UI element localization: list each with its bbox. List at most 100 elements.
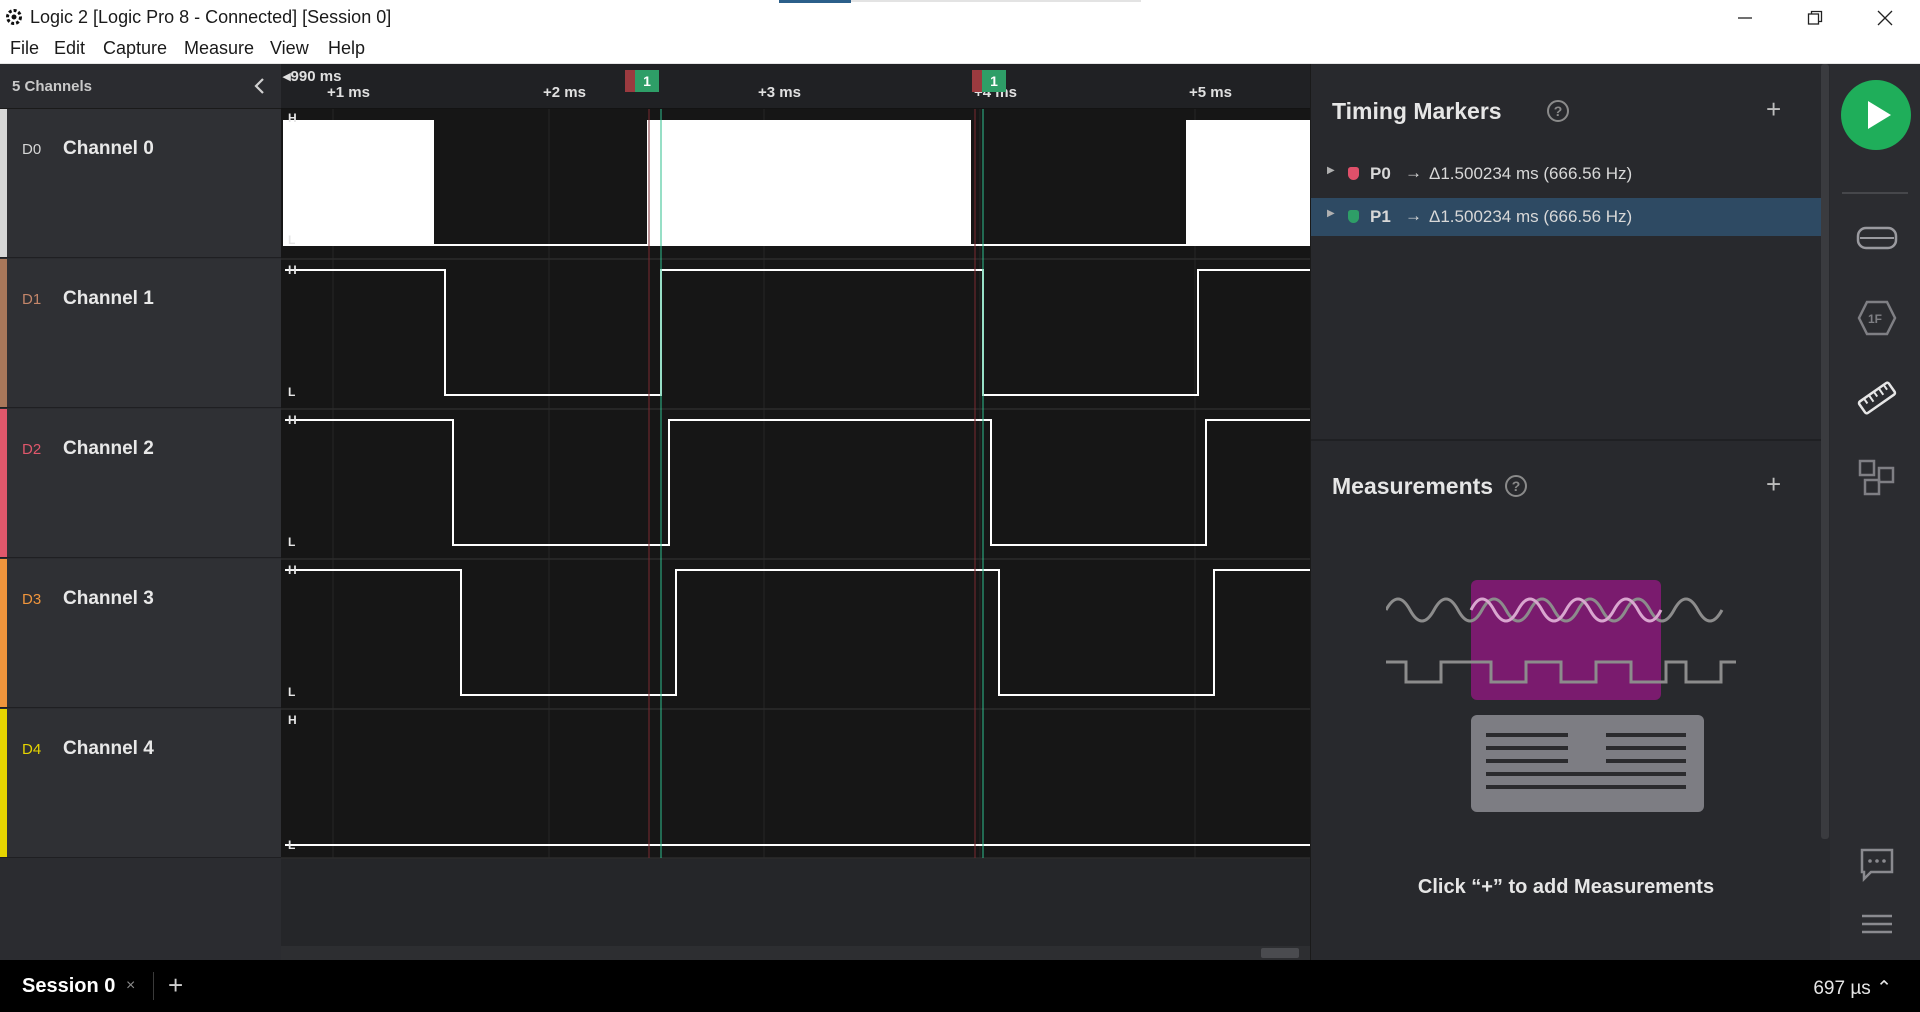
timing-marker-row-p0[interactable]: ▶ P0 → Δ1.500234 ms (666.56 Hz) — [1311, 155, 1821, 193]
channel-row-1[interactable]: D1 Channel 1 — [0, 259, 281, 408]
channel-code: D1 — [22, 291, 42, 308]
channel-row-4[interactable]: D4 Channel 4 — [0, 709, 281, 858]
measurements-help-icon[interactable]: ? — [1505, 475, 1527, 497]
level-low-label: L — [288, 385, 295, 399]
channels-header: 5 Channels — [0, 64, 281, 109]
marker-name: P1 — [1370, 207, 1391, 226]
measurements-title: Measurements — [1332, 473, 1494, 499]
menu-file[interactable]: File — [10, 38, 39, 59]
play-icon — [1868, 101, 1891, 129]
horizontal-scrollbar[interactable] — [281, 946, 1310, 960]
timing-ruler-icon[interactable] — [1855, 376, 1899, 420]
timing-markers-help-icon[interactable]: ? — [1547, 100, 1569, 122]
channel-row-0[interactable]: D0 Channel 0 — [0, 109, 281, 258]
channel-code: D0 — [22, 141, 42, 158]
add-timing-marker-button[interactable]: + — [1766, 94, 1781, 125]
restore-icon — [1807, 10, 1823, 25]
marker-color-icon — [1348, 210, 1359, 223]
measurements-illustration — [1386, 580, 1736, 812]
waveform-view[interactable]: ◂990 ms +1 ms +2 ms +3 ms +4 ms +5 ms 1 … — [281, 64, 1310, 960]
marker-end-flag[interactable]: 1 — [635, 70, 659, 92]
timing-marker-row-p1[interactable]: ▶ P1 → Δ1.500234 ms (666.56 Hz) — [1311, 198, 1821, 236]
session-tab[interactable]: Session 0 — [22, 975, 115, 998]
channel-color-stripe — [0, 709, 7, 857]
window-title: Logic 2 [Logic Pro 8 - Connected] [Sessi… — [30, 7, 392, 27]
channel-color-stripe — [0, 109, 7, 257]
menu-view[interactable]: View — [270, 38, 309, 59]
close-icon — [1877, 10, 1893, 26]
ruler-tick: +2 ms — [543, 84, 586, 101]
svg-text:1F: 1F — [1868, 312, 1882, 326]
timing-markers-title: Timing Markers — [1332, 98, 1502, 124]
menu-capture[interactable]: Capture — [103, 38, 167, 59]
level-high-label: H — [288, 263, 297, 277]
close-session-icon[interactable]: × — [126, 977, 135, 995]
level-high-label: H — [288, 111, 297, 125]
channel-name[interactable]: Channel 4 — [63, 738, 154, 760]
level-low-label: L — [288, 838, 295, 852]
channel-row-3[interactable]: D3 Channel 3 — [0, 559, 281, 708]
panel-divider — [1311, 439, 1821, 441]
expand-caret-icon[interactable]: ▶ — [1327, 208, 1335, 219]
minimize-button[interactable] — [1710, 0, 1780, 36]
ruler-start-label: ◂990 ms — [283, 68, 342, 85]
level-low-label: L — [288, 233, 295, 247]
ruler-start-value: 990 ms — [290, 68, 342, 85]
logic-app-icon — [6, 9, 22, 25]
arrow-right-icon: → — [1405, 206, 1422, 225]
channel-code: D2 — [22, 441, 42, 458]
level-high-label: H — [288, 413, 297, 427]
arrow-right-icon: → — [1405, 163, 1422, 182]
channel-name[interactable]: Channel 2 — [63, 438, 154, 460]
side-toolbar: 1F — [1830, 64, 1920, 960]
menu-measure[interactable]: Measure — [184, 38, 254, 59]
extensions-icon[interactable]: 1F — [1855, 296, 1899, 340]
menu-icon[interactable] — [1855, 902, 1899, 946]
panel-scrollbar[interactable] — [1821, 64, 1829, 839]
app-window: Logic 2 [Logic Pro 8 - Connected] [Sessi… — [0, 0, 1920, 1012]
measurements-hint: Click “+” to add Measurements — [1417, 876, 1715, 898]
marker-delta: Δ1.500234 ms (666.56 Hz) — [1429, 207, 1633, 226]
bottom-bar: Session 0 × + 697 µs ⌃ — [0, 960, 1920, 1012]
menu-edit[interactable]: Edit — [54, 38, 85, 59]
channel-color-stripe — [0, 559, 7, 707]
channel-count: 5 Channels — [12, 78, 93, 95]
close-button[interactable] — [1850, 0, 1920, 36]
menu-bar: File Edit Capture Measure View Help — [0, 36, 1920, 64]
marker-color-icon — [1348, 167, 1359, 180]
toolbar-divider — [1842, 192, 1908, 194]
level-low-label: L — [288, 685, 295, 699]
title-bar: Logic 2 [Logic Pro 8 - Connected] [Sessi… — [0, 0, 1920, 36]
marker-name: P0 — [1370, 164, 1391, 183]
marker-end-flag[interactable]: 1 — [982, 70, 1006, 92]
scrollbar-thumb[interactable] — [1261, 948, 1299, 958]
channel-color-stripe — [0, 259, 7, 407]
ruler-tick: +3 ms — [758, 84, 801, 101]
layout-icon[interactable] — [1855, 456, 1899, 500]
channel-name[interactable]: Channel 3 — [63, 588, 154, 610]
title-accent — [779, 0, 851, 3]
add-session-button[interactable]: + — [168, 970, 183, 1001]
channel-name[interactable]: Channel 1 — [63, 288, 154, 310]
level-low-label: L — [288, 535, 295, 549]
time-ruler[interactable]: ◂990 ms +1 ms +2 ms +3 ms +4 ms +5 ms 1 … — [281, 64, 1310, 109]
ruler-tick: +1 ms — [327, 84, 370, 101]
collapse-chevron-icon[interactable] — [252, 77, 268, 95]
minimize-icon — [1738, 17, 1752, 19]
channel-code: D3 — [22, 591, 42, 608]
timing-markers-panel: Timing Markers ? + ▶ P0 → Δ1.500234 ms (… — [1310, 64, 1830, 960]
marker-delta: Δ1.500234 ms (666.56 Hz) — [1429, 164, 1633, 183]
analyzers-icon[interactable] — [1855, 216, 1899, 260]
zoom-status[interactable]: 697 µs ⌃ — [1813, 977, 1892, 1000]
restore-button[interactable] — [1780, 0, 1850, 36]
expand-caret-icon[interactable]: ▶ — [1327, 165, 1335, 176]
channels-panel: 5 Channels D0 Channel 0 D1 Channel 1 D2 … — [0, 64, 281, 960]
add-measurement-button[interactable]: + — [1766, 469, 1781, 500]
start-capture-button[interactable] — [1841, 80, 1911, 150]
feedback-icon[interactable] — [1855, 842, 1899, 886]
level-high-label: H — [288, 563, 297, 577]
channel-row-2[interactable]: D2 Channel 2 — [0, 409, 281, 558]
channel-name[interactable]: Channel 0 — [63, 138, 154, 160]
menu-help[interactable]: Help — [328, 38, 365, 59]
waveform-canvas[interactable]: H L H L H L H L H L — [281, 109, 1310, 859]
